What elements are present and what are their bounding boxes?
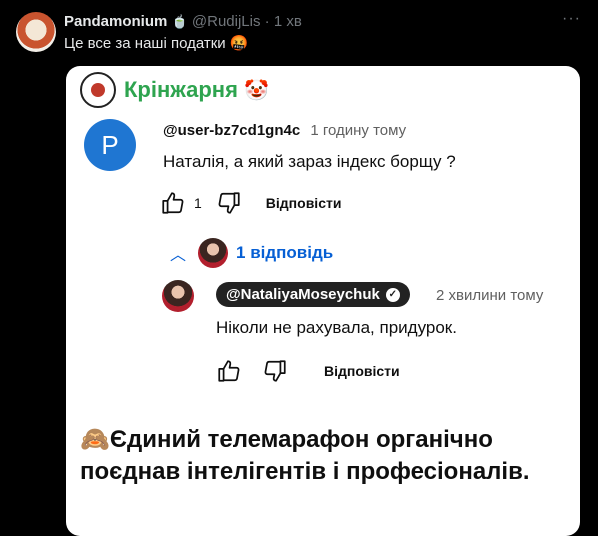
brand-name: Крінжарня [124,77,238,102]
comment2-actions: Відповісти [216,358,400,384]
verified-check-icon: ✓ [385,287,400,302]
comment1-username: @user-bz7cd1gn4c [163,122,301,139]
comment1-text: Наталія, а який зараз індекс борщу ? [163,152,456,171]
commenter-avatar: P [84,119,136,171]
thumbs-down-icon [218,192,240,214]
comment1-reply-button: Відповісти [265,195,342,211]
comment2-username-chip: @NataliyaMoseychuk ✓ [216,282,410,307]
comment2-time: 2 хвилини тому [436,287,544,304]
comment1-time: 1 годину тому [310,122,407,139]
comment2-reply-button: Відповісти [324,363,400,379]
display-name[interactable]: Pandamonium [64,13,167,30]
thumbs-up-icon [218,360,240,382]
comment2-username: @NataliyaMoseychuk [226,286,380,303]
user-handle[interactable]: @RudijLis [192,13,261,30]
reply-avatar-mini [198,238,229,268]
comment2-text: Ніколи не рахувала, придурок. [216,318,457,337]
clown-emoji: 🤡 [243,79,269,102]
more-options-icon[interactable]: ··· [562,10,581,28]
separator-dot: · [264,13,270,30]
brand-header: Крінжарня 🤡 [80,72,269,108]
chevron-up-icon: ︿ [170,247,187,264]
name-emoji: 🍵 [171,14,188,29]
user-avatar[interactable] [16,12,56,52]
thumbs-down-icon [264,360,286,382]
replies-count: 1 відповідь [236,243,334,262]
brand-logo-icon [80,72,116,108]
reply-avatar [162,280,194,312]
like-count: 1 [194,195,202,211]
comment1-header: @user-bz7cd1gn4c 1 годину тому [163,122,406,139]
tweet-media-image[interactable]: Крінжарня 🤡 P @user-bz7cd1gn4c 1 годину … [66,66,580,536]
thumbs-up-icon [162,192,184,214]
comment1-actions: 1 Відповісти [160,190,341,216]
replies-toggle: ︿ 1 відповідь [170,238,333,268]
meme-caption: 🙈Єдиний телемарафон органічно поєднав ін… [80,426,530,485]
tweet-text: Це все за наші податки 🤬 [64,35,249,52]
tweet-time[interactable]: 1 хв [274,13,302,30]
tweet-header: Pandamonium 🍵 @RudijLis · 1 хв [64,13,302,30]
